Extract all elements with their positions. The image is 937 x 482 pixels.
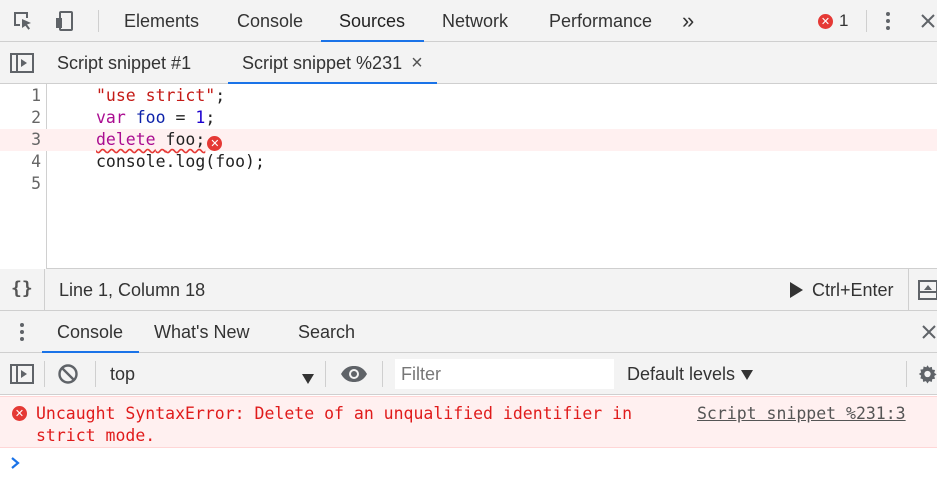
tab-network-label: Network (442, 10, 509, 31)
console-toolbar: top Default levels (0, 353, 937, 395)
error-count-icon: ✕ (818, 13, 833, 29)
clear-console-icon[interactable] (56, 362, 80, 386)
code-line[interactable]: 1 "use strict"; (0, 85, 937, 107)
more-tabs-button[interactable]: » (682, 0, 694, 42)
editor-tab-label: Script snippet %231 (242, 52, 403, 73)
error-count: 1 (839, 11, 849, 30)
device-toolbar-icon[interactable] (52, 8, 78, 34)
line-number: 2 (31, 108, 41, 127)
status-divider (44, 269, 45, 311)
toolbar-divider (866, 10, 867, 32)
toolbar-divider (325, 361, 326, 387)
console-filter-input[interactable] (395, 359, 614, 389)
editor-tab-label: Script snippet #1 (57, 52, 192, 73)
cursor-position: Line 1, Column 18 (59, 280, 206, 300)
live-expression-eye-icon[interactable] (339, 362, 369, 386)
log-levels-dropdown[interactable]: Default levels (627, 353, 754, 395)
toggle-navigator-icon[interactable] (9, 51, 35, 75)
inspect-element-icon[interactable] (10, 8, 36, 34)
error-counter[interactable]: ✕ 1 (818, 11, 848, 31)
console-settings-gear-icon[interactable] (918, 362, 937, 386)
tab-sources-label: Sources (339, 10, 406, 31)
play-icon (790, 282, 803, 298)
error-icon: ✕ (12, 406, 27, 421)
close-drawer-icon[interactable] (920, 322, 937, 342)
console-prompt[interactable] (0, 449, 937, 482)
pretty-print-icon[interactable]: {} (11, 278, 33, 299)
tab-elements-label: Elements (124, 10, 200, 31)
editor-status-bar: {} Line 1, Column 18 Ctrl+Enter (0, 269, 937, 311)
line-number: 1 (31, 86, 41, 105)
context-value: top (110, 363, 136, 384)
toolbar-divider (98, 10, 99, 32)
toolbar-divider (382, 361, 383, 387)
line-number: 4 (31, 152, 41, 171)
dropdown-arrow-icon (741, 365, 754, 385)
console-error-message: ✕ Uncaught SyntaxError: Delete of an unq… (0, 396, 937, 448)
toolbar-divider (44, 361, 45, 387)
drawer-tab-bar: Console What's New Search (0, 311, 937, 353)
run-shortcut-label: Ctrl+Enter (812, 279, 894, 300)
code-line[interactable]: 2 var foo = 1; (0, 107, 937, 129)
context-selector[interactable]: top (110, 353, 318, 395)
editor-tab-snippet-1[interactable]: Script snippet #1 (57, 42, 191, 84)
dropdown-arrow-icon (302, 369, 314, 389)
drawer-menu-icon[interactable] (14, 320, 30, 344)
drawer-tab-search[interactable]: Search (298, 311, 355, 353)
tab-network[interactable]: Network (442, 0, 508, 42)
code-token-variable: foo (135, 108, 166, 127)
close-devtools-icon[interactable] (918, 10, 937, 32)
error-message-text: Uncaught SyntaxError: Delete of an unqua… (36, 404, 633, 445)
tab-console[interactable]: Console (237, 0, 303, 42)
toolbar-divider (906, 361, 907, 387)
drawer-tab-label: Console (57, 321, 124, 342)
line-number: 5 (31, 174, 41, 193)
drawer-tab-whats-new[interactable]: What's New (154, 311, 249, 353)
drawer-tab-label: Search (298, 321, 356, 342)
tab-elements[interactable]: Elements (124, 0, 199, 42)
code-token-operator: = (165, 108, 196, 127)
code-token-punct: ; (215, 86, 226, 105)
status-divider (908, 269, 909, 311)
drawer-tab-label: What's New (154, 321, 250, 342)
code-text: console.log(foo); (96, 152, 265, 171)
main-toolbar: Elements Console Sources Network Perform… (0, 0, 937, 42)
code-line-error[interactable]: 3 delete foo; ✕ (0, 129, 937, 151)
code-token-number: 1 (195, 108, 206, 127)
code-editor[interactable]: 1 "use strict"; 2 var foo = 1; 3 delete … (0, 84, 937, 269)
error-source-link[interactable]: Script snippet %231:3 (697, 403, 906, 425)
prompt-chevron-icon (10, 455, 22, 475)
code-line[interactable]: 4 console.log(foo); (0, 151, 937, 173)
code-token-keyword: delete (96, 130, 156, 149)
line-number: 3 (31, 130, 41, 149)
code-token-keyword: var (96, 108, 126, 127)
drawer-tab-console[interactable]: Console (57, 311, 123, 353)
tab-sources[interactable]: Sources (339, 0, 405, 42)
code-line[interactable]: 5 (0, 173, 937, 195)
tab-performance-label: Performance (549, 10, 653, 31)
toggle-sidebar-icon[interactable] (9, 362, 35, 386)
close-tab-icon[interactable]: × (411, 52, 423, 75)
tab-console-label: Console (237, 10, 304, 31)
inline-error-icon[interactable]: ✕ (207, 136, 223, 151)
code-token-punct: ; (205, 108, 216, 127)
editor-tab-bar: Script snippet #1 Script snippet %231 × (0, 42, 937, 84)
log-levels-label: Default levels (627, 363, 736, 384)
more-tabs-icon: » (682, 8, 695, 33)
toolbar-divider (95, 361, 96, 387)
toggle-debugger-icon[interactable] (917, 279, 937, 301)
kebab-menu-icon[interactable] (878, 9, 898, 33)
run-snippet-button[interactable]: Ctrl+Enter (788, 279, 894, 301)
code-token-string: "use strict" (96, 86, 216, 105)
tab-performance[interactable]: Performance (549, 0, 652, 42)
editor-tab-snippet-231[interactable]: Script snippet %231 × (242, 42, 423, 84)
code-token-variable: foo; (165, 130, 206, 149)
